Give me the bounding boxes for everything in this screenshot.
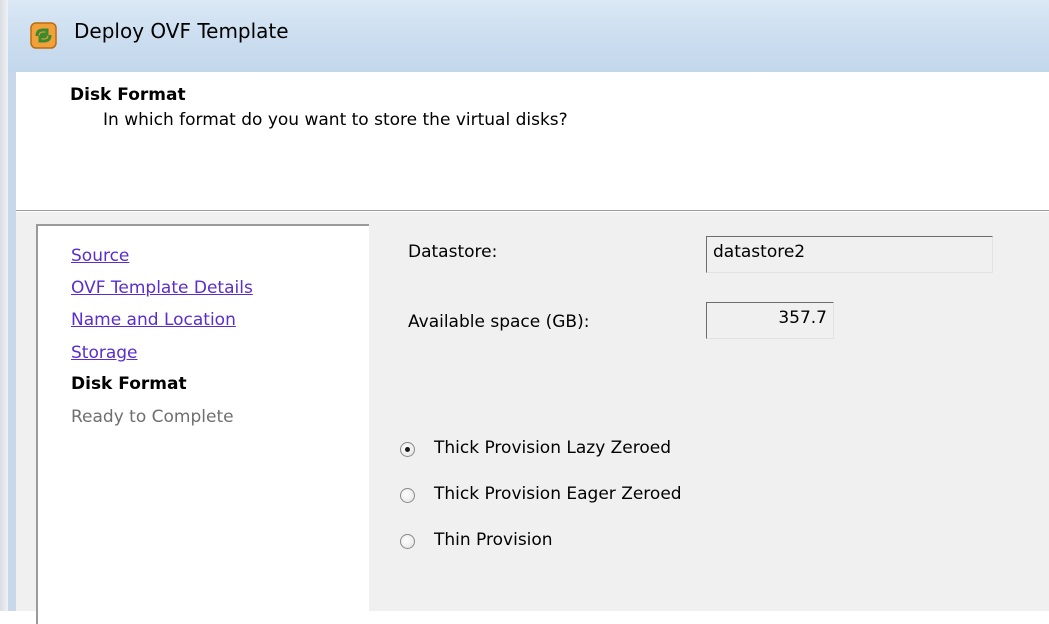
radio-label: Thick Provision Eager Zeroed [434, 484, 682, 504]
available-space-label: Available space (GB): [408, 312, 590, 332]
page-title: Disk Format [70, 85, 186, 105]
datastore-field: datastore2 [706, 236, 993, 273]
window-title: Deploy OVF Template [74, 19, 289, 43]
title-bar[interactable]: Deploy OVF Template [8, 0, 1049, 73]
radio-button-selected[interactable] [400, 442, 415, 457]
radio-label: Thin Provision [434, 530, 553, 550]
vsphere-app-icon [30, 22, 57, 49]
radio-button[interactable] [400, 488, 415, 503]
nav-item-source[interactable]: Source [71, 246, 129, 266]
available-space-field: 357.7 [706, 302, 834, 339]
wizard-header: Disk Format In which format do you want … [16, 72, 1049, 210]
radio-label: Thick Provision Lazy Zeroed [434, 438, 672, 458]
window-edge [0, 0, 8, 611]
radio-button[interactable] [400, 534, 415, 549]
nav-item-name-and-location[interactable]: Name and Location [71, 310, 236, 330]
datastore-label: Datastore: [408, 242, 498, 262]
nav-item-disk-format: Disk Format [71, 374, 187, 394]
nav-item-ovf-template-details[interactable]: OVF Template Details [71, 278, 253, 298]
wizard-steps-panel: Source OVF Template Details Name and Loc… [36, 224, 369, 624]
disk-format-content: Datastore: datastore2 Available space (G… [376, 212, 1049, 611]
page-subtitle: In which format do you want to store the… [103, 110, 568, 130]
wizard-body: Source OVF Template Details Name and Loc… [16, 212, 1049, 624]
nav-item-ready-to-complete: Ready to Complete [71, 407, 234, 427]
nav-item-storage[interactable]: Storage [71, 343, 138, 363]
